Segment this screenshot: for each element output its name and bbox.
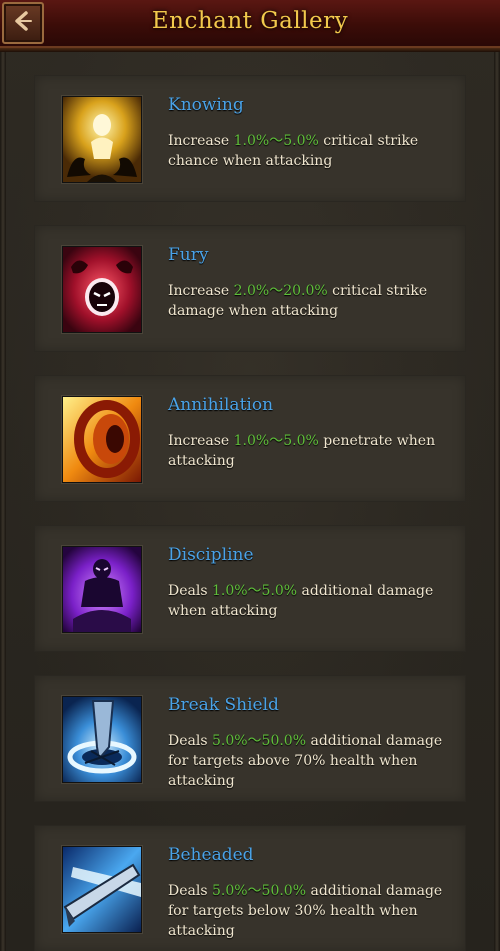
enchant-description: Deals 1.0%～5.0% additional damage when a… bbox=[168, 583, 434, 619]
enchant-card-knowing[interactable]: Knowing Increase 1.0%～5.0% critical stri… bbox=[35, 76, 465, 201]
annihilation-icon bbox=[62, 396, 142, 483]
enchant-range: 2.0%～20.0% bbox=[233, 283, 328, 299]
discipline-icon bbox=[62, 546, 142, 633]
enchant-range: 5.0%～50.0% bbox=[211, 733, 307, 749]
enchant-list[interactable]: Knowing Increase 1.0%～5.0% critical stri… bbox=[35, 76, 465, 951]
enchant-card-break-shield[interactable]: Break Shield Deals 5.0%～50.0% additional… bbox=[35, 676, 465, 801]
enchant-description: Deals 5.0%～50.0% additional damage for t… bbox=[168, 733, 443, 789]
enchant-description: Increase 1.0%～5.0% critical strike chanc… bbox=[168, 133, 419, 169]
enchant-range: 1.0%～5.0% bbox=[233, 433, 319, 449]
page-title: Enchant Gallery bbox=[151, 8, 349, 34]
enchant-description: Increase 1.0%～5.0% penetrate when attack… bbox=[168, 433, 436, 469]
enchant-name: Break Shield bbox=[168, 695, 279, 715]
enchant-range: 1.0%～5.0% bbox=[233, 133, 319, 149]
enchant-name: Beheaded bbox=[168, 845, 254, 865]
right-border bbox=[494, 52, 500, 951]
enchant-name: Annihilation bbox=[168, 395, 274, 415]
enchant-card-annihilation[interactable]: Annihilation Increase 1.0%～5.0% penetrat… bbox=[35, 376, 465, 501]
enchant-name: Discipline bbox=[168, 545, 254, 565]
enchant-card-discipline[interactable]: Discipline Deals 1.0%～5.0% additional da… bbox=[35, 526, 465, 651]
enchant-gallery-screen: Enchant Gallery Knowing Increase 1.0%～5.… bbox=[0, 0, 500, 951]
enchant-description: Increase 2.0%～20.0% critical strike dama… bbox=[168, 283, 428, 319]
enchant-card-fury[interactable]: Fury Increase 2.0%～20.0% critical strike… bbox=[35, 226, 465, 351]
left-border bbox=[0, 52, 6, 951]
enchant-range: 1.0%～5.0% bbox=[211, 583, 298, 599]
enchant-range: 5.0%～50.0% bbox=[211, 883, 307, 899]
fury-icon bbox=[62, 246, 142, 333]
knowing-icon bbox=[62, 96, 142, 183]
beheaded-icon bbox=[62, 846, 142, 933]
enchant-name: Fury bbox=[168, 245, 209, 265]
enchant-card-beheaded[interactable]: Beheaded Deals 5.0%～50.0% additional dam… bbox=[35, 826, 465, 951]
break-shield-icon bbox=[62, 696, 142, 783]
enchant-description: Deals 5.0%～50.0% additional damage for t… bbox=[168, 883, 443, 939]
enchant-name: Knowing bbox=[168, 95, 244, 115]
header-bar: Enchant Gallery bbox=[0, 0, 500, 52]
